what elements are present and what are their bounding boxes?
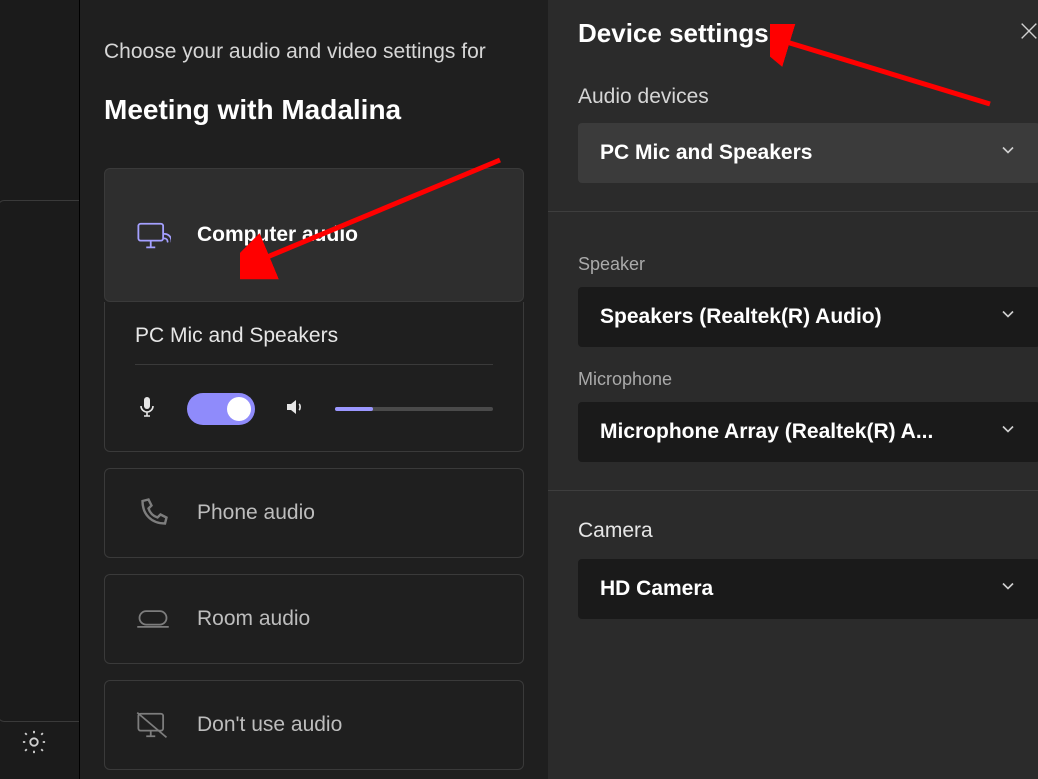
option-label: Phone audio <box>197 501 315 525</box>
selected-device-name: PC Mic and Speakers <box>135 324 493 348</box>
separator <box>548 211 1038 212</box>
microphone-icon[interactable] <box>135 395 159 424</box>
speaker-value: Speakers (Realtek(R) Audio) <box>600 305 882 329</box>
panel-title: Device settings <box>578 18 769 49</box>
audio-device-value: PC Mic and Speakers <box>600 141 812 165</box>
camera-dropdown[interactable]: HD Camera <box>578 559 1038 619</box>
computer-audio-icon <box>133 217 173 253</box>
no-audio-icon <box>133 707 173 743</box>
speaker-dropdown[interactable]: Speakers (Realtek(R) Audio) <box>578 287 1038 347</box>
option-label: Don't use audio <box>197 713 342 737</box>
option-room-audio[interactable]: Room audio <box>104 574 524 664</box>
speaker-label: Speaker <box>578 254 1038 275</box>
separator <box>548 490 1038 491</box>
speaker-icon[interactable] <box>283 395 307 424</box>
prejoin-prompt: Choose your audio and video settings for <box>104 40 524 64</box>
computer-audio-detail: PC Mic and Speakers <box>104 302 524 452</box>
option-no-audio[interactable]: Don't use audio <box>104 680 524 770</box>
divider <box>135 364 493 365</box>
camera-label: Camera <box>578 519 1038 543</box>
room-icon <box>133 601 173 637</box>
close-button[interactable] <box>1018 20 1038 47</box>
option-phone-audio[interactable]: Phone audio <box>104 468 524 558</box>
microphone-value: Microphone Array (Realtek(R) A... <box>600 420 933 444</box>
meeting-title: Meeting with Madalina <box>104 94 524 126</box>
mic-toggle[interactable] <box>187 393 255 425</box>
left-sidebar <box>0 0 80 779</box>
device-settings-panel: Device settings Audio devices PC Mic and… <box>548 0 1038 779</box>
audio-devices-label: Audio devices <box>578 85 1038 109</box>
option-label: Computer audio <box>197 223 358 247</box>
chevron-down-icon <box>998 304 1018 330</box>
volume-slider[interactable] <box>335 407 493 411</box>
camera-value: HD Camera <box>600 577 713 601</box>
chevron-down-icon <box>998 419 1018 445</box>
chevron-down-icon <box>998 576 1018 602</box>
option-computer-audio[interactable]: Computer audio <box>104 168 524 302</box>
chevron-down-icon <box>998 140 1018 166</box>
phone-icon <box>133 495 173 531</box>
microphone-label: Microphone <box>578 369 1038 390</box>
prejoin-main: Choose your audio and video settings for… <box>80 0 548 779</box>
settings-gear-icon[interactable] <box>20 728 48 761</box>
option-label: Room audio <box>197 607 310 631</box>
microphone-dropdown[interactable]: Microphone Array (Realtek(R) A... <box>578 402 1038 462</box>
audio-device-dropdown[interactable]: PC Mic and Speakers <box>578 123 1038 183</box>
